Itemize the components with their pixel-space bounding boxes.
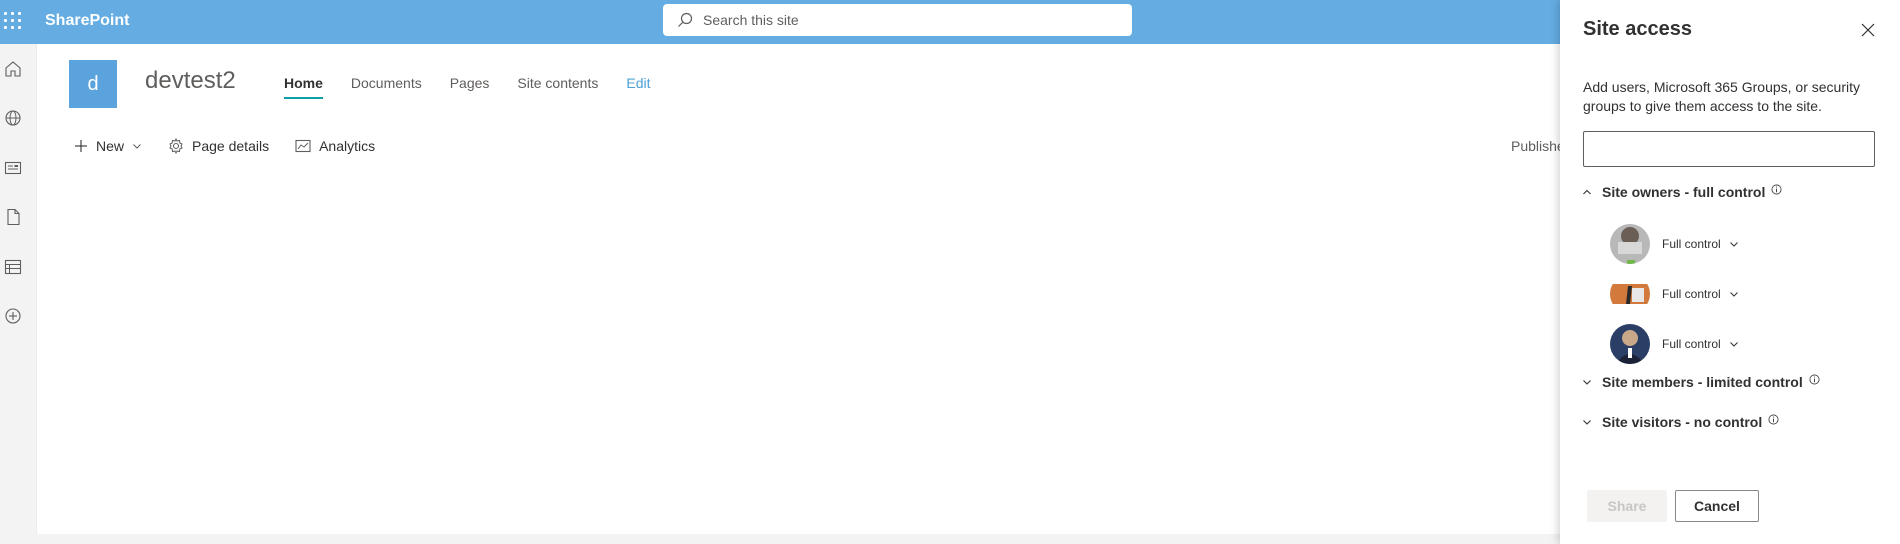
- nav-pages[interactable]: Pages: [450, 75, 490, 99]
- permission-label: Full control: [1662, 237, 1721, 251]
- site-navigation: Home Documents Pages Site contents Edit: [284, 75, 678, 99]
- site-logo[interactable]: d: [69, 60, 117, 108]
- gear-icon: [169, 138, 183, 154]
- permission-dropdown[interactable]: Full control: [1662, 237, 1739, 251]
- site-title[interactable]: devtest2: [145, 67, 236, 95]
- group-label: Site members - limited control: [1602, 374, 1803, 390]
- news-icon[interactable]: [4, 159, 22, 177]
- panel-title: Site access: [1583, 18, 1692, 40]
- home-icon[interactable]: [4, 60, 22, 78]
- group-label: Site visitors - no control: [1602, 414, 1763, 430]
- chevron-down-icon: [1729, 342, 1738, 347]
- app-launcher-icon[interactable]: [4, 12, 22, 30]
- owner-row: Full control: [1610, 274, 1739, 314]
- people-picker-input[interactable]: [1583, 131, 1875, 167]
- permission-label: Full control: [1662, 287, 1721, 301]
- chevron-down-icon: [133, 144, 141, 149]
- permission-dropdown[interactable]: Full control: [1662, 287, 1739, 301]
- brand-name[interactable]: SharePoint: [45, 12, 129, 30]
- nav-home[interactable]: Home: [284, 75, 323, 99]
- cancel-button[interactable]: Cancel: [1675, 490, 1759, 522]
- nav-edit[interactable]: Edit: [626, 75, 650, 99]
- info-icon[interactable]: [1809, 374, 1820, 385]
- owner-row: Full control: [1610, 324, 1739, 364]
- new-button[interactable]: New: [74, 138, 142, 154]
- search-icon: [678, 12, 693, 27]
- document-icon[interactable]: [4, 208, 22, 226]
- group-site-owners[interactable]: Site owners - full control: [1582, 184, 1782, 200]
- page-details-button[interactable]: Page details: [168, 138, 269, 154]
- search-input[interactable]: [703, 12, 1103, 28]
- app-bar: [0, 44, 37, 534]
- command-bar: New Page details Analytics: [74, 138, 401, 154]
- group-site-members[interactable]: Site members - limited control: [1582, 374, 1820, 390]
- list-icon[interactable]: [4, 258, 22, 276]
- chevron-down-icon: [1729, 242, 1738, 247]
- avatar[interactable]: [1610, 274, 1650, 314]
- chevron-down-icon: [1583, 420, 1591, 425]
- info-icon[interactable]: [1771, 184, 1782, 195]
- panel-description: Add users, Microsoft 365 Groups, or secu…: [1583, 79, 1860, 114]
- published-status: Publishe: [1511, 138, 1565, 154]
- nav-documents[interactable]: Documents: [351, 75, 422, 99]
- avatar[interactable]: [1610, 224, 1650, 264]
- owner-row: Full control: [1610, 224, 1739, 264]
- share-button[interactable]: Share: [1587, 490, 1667, 522]
- info-icon[interactable]: [1768, 414, 1779, 425]
- analytics-icon: [295, 139, 311, 153]
- chevron-down-icon: [1729, 292, 1738, 297]
- analytics-button[interactable]: Analytics: [295, 138, 375, 154]
- page-bottom-edge: [0, 534, 1560, 544]
- permission-label: Full control: [1662, 337, 1721, 351]
- group-label: Site owners - full control: [1602, 184, 1766, 200]
- search-box[interactable]: [663, 4, 1132, 36]
- new-label: New: [96, 138, 125, 154]
- site-access-panel: Site access Add users, Microsoft 365 Gro…: [1560, 0, 1900, 544]
- close-icon[interactable]: [1860, 22, 1876, 38]
- plus-icon: [75, 140, 87, 152]
- permission-dropdown[interactable]: Full control: [1662, 337, 1739, 351]
- avatar[interactable]: [1610, 324, 1650, 364]
- analytics-label: Analytics: [319, 138, 376, 154]
- add-circle-icon[interactable]: [4, 307, 22, 325]
- chevron-up-icon: [1583, 189, 1591, 195]
- chevron-down-icon: [1583, 380, 1591, 385]
- page-details-label: Page details: [192, 138, 270, 154]
- group-site-visitors[interactable]: Site visitors - no control: [1582, 414, 1779, 430]
- globe-icon[interactable]: [4, 109, 22, 127]
- nav-site-contents[interactable]: Site contents: [517, 75, 598, 99]
